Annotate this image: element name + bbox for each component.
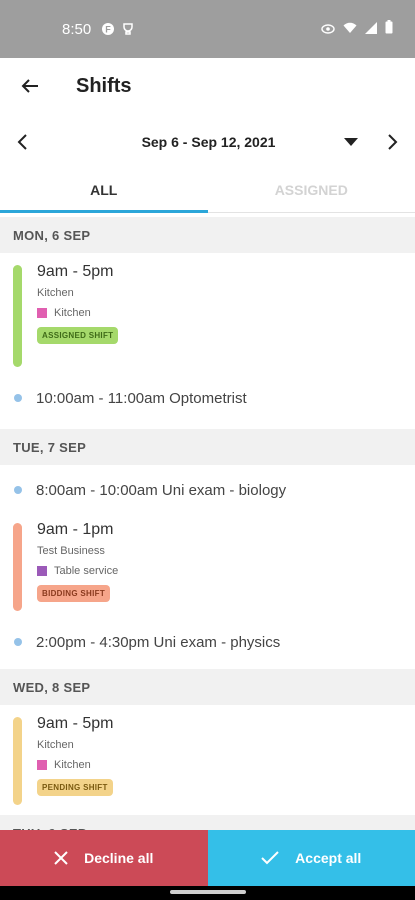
wifi-icon [343, 21, 357, 38]
shift-time: 9am - 1pm [37, 521, 114, 538]
calendar-event[interactable]: 2:00pm - 4:30pm Uni exam - physics [0, 621, 415, 663]
home-gesture-pill[interactable] [170, 890, 246, 894]
day-header: MON, 6 SEP [0, 217, 415, 253]
event-text: 10:00am - 11:00am Optometrist [36, 389, 247, 407]
shift-position: Kitchen [37, 759, 415, 771]
app-bar: Shifts [0, 58, 415, 114]
position-color-square [37, 760, 47, 770]
week-range[interactable]: Sep 6 - Sep 12, 2021 [34, 134, 339, 150]
tab-bar: ALL ASSIGNED [0, 170, 415, 213]
event-text: 8:00am - 10:00am Uni exam - biology [36, 481, 287, 499]
accept-all-label: Accept all [295, 850, 362, 866]
shift-status-bar [13, 717, 22, 805]
status-badge: PENDING SHIFT [37, 779, 113, 796]
bulk-actions: Decline all Accept all [0, 830, 415, 886]
position-color-square [37, 308, 47, 318]
shift-position-label: Kitchen [54, 759, 91, 771]
shift-card[interactable]: 9am - 1pm Test Business Table service BI… [0, 511, 415, 621]
svg-text:F: F [105, 25, 111, 35]
previous-week-button[interactable] [10, 130, 34, 154]
back-arrow-icon[interactable] [16, 72, 44, 100]
shift-position: Kitchen [37, 307, 415, 319]
check-icon [261, 851, 279, 865]
shift-position: Table service [37, 565, 415, 577]
position-color-square [37, 566, 47, 576]
eye-icon [321, 21, 335, 38]
shift-status-bar [13, 265, 22, 367]
active-tab-indicator [0, 210, 208, 213]
event-text: 2:00pm - 4:30pm Uni exam - physics [36, 633, 281, 651]
next-week-button[interactable] [381, 130, 405, 154]
notification-icon: F [101, 22, 115, 36]
shift-position-label: Table service [54, 565, 119, 577]
close-icon [54, 851, 68, 865]
status-badge: BIDDING SHIFT [37, 585, 111, 602]
shift-status-bar [13, 523, 22, 611]
system-nav-bar [0, 886, 415, 900]
trophy-icon [121, 22, 135, 36]
page-title: Shifts [76, 74, 132, 97]
decline-all-label: Decline all [84, 850, 154, 866]
signal-icon [365, 21, 377, 38]
status-badge: ASSIGNED SHIFT [37, 327, 119, 344]
shift-time: 9am - 5pm [37, 263, 114, 280]
shift-list: MON, 6 SEP 9am - 5pm Kitchen Kitchen ASS… [0, 217, 415, 830]
shift-card[interactable]: 9am - 5pm Kitchen Kitchen PENDING SHIFT [0, 705, 415, 815]
status-time: 8:50 [62, 20, 92, 38]
calendar-event[interactable]: 10:00am - 11:00am Optometrist [0, 377, 415, 419]
decline-all-button[interactable]: Decline all [0, 830, 208, 886]
shift-location: Kitchen [37, 287, 74, 299]
week-dropdown-button[interactable] [339, 130, 363, 154]
status-bar: 8:50 F [0, 0, 415, 58]
battery-icon [385, 20, 393, 38]
shift-position-label: Kitchen [54, 307, 91, 319]
tab-assigned[interactable]: ASSIGNED [208, 170, 415, 212]
shift-card[interactable]: 9am - 5pm Kitchen Kitchen ASSIGNED SHIFT [0, 253, 415, 377]
shift-location: Test Business [37, 545, 105, 557]
day-header: THU, 9 SEP [0, 815, 415, 830]
calendar-event[interactable]: 8:00am - 10:00am Uni exam - biology [0, 469, 415, 511]
event-dot-icon [14, 638, 22, 646]
accept-all-button[interactable]: Accept all [207, 830, 415, 886]
event-dot-icon [14, 486, 22, 494]
shift-location: Kitchen [37, 739, 74, 751]
week-navigator: Sep 6 - Sep 12, 2021 [0, 114, 415, 170]
event-dot-icon [14, 394, 22, 402]
day-header: TUE, 7 SEP [0, 429, 415, 465]
tab-all[interactable]: ALL [0, 170, 208, 212]
day-header: WED, 8 SEP [0, 669, 415, 705]
shift-time: 9am - 5pm [37, 715, 114, 732]
